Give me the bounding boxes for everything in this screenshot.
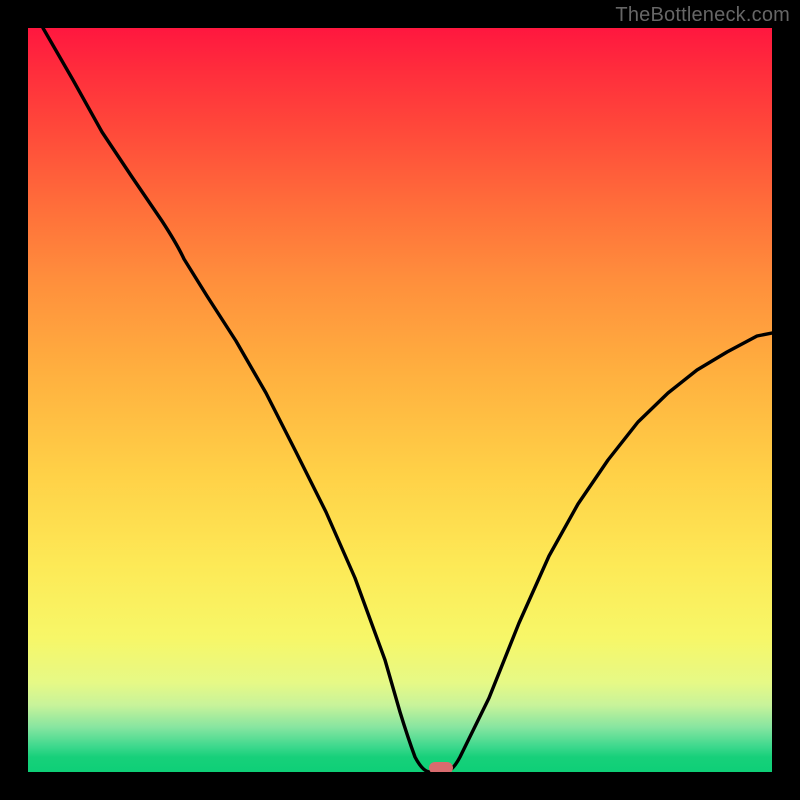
plot-area — [28, 28, 772, 772]
watermark-text: TheBottleneck.com — [615, 4, 790, 27]
bottleneck-marker — [429, 762, 453, 772]
heat-gradient-background — [28, 28, 772, 772]
chart-stage: TheBottleneck.com — [0, 0, 800, 800]
